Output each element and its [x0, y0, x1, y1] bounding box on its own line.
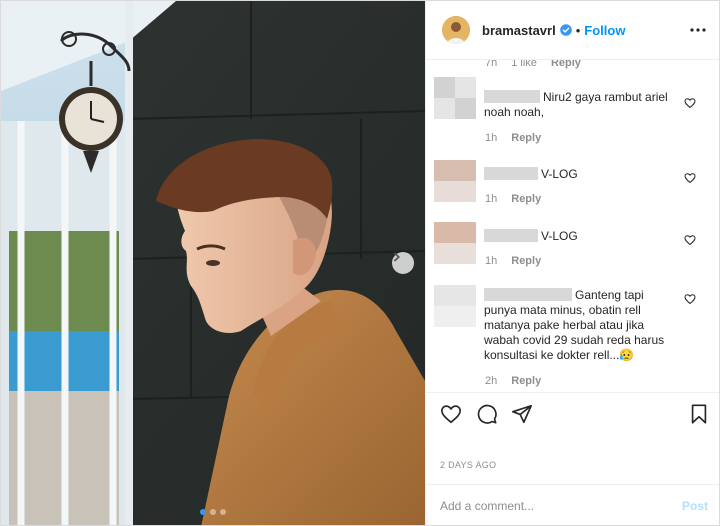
next-photo-button[interactable]	[392, 252, 414, 274]
comment-icon[interactable]	[476, 403, 498, 425]
comment-likes[interactable]: 1 like	[511, 60, 537, 69]
heart-icon[interactable]	[440, 403, 462, 425]
post-date[interactable]: 2 DAYS AGO	[440, 460, 496, 470]
comment-composer: Post	[426, 484, 719, 525]
comment-time: 2h	[485, 375, 498, 387]
carousel-dot	[210, 509, 216, 515]
avatar-image	[442, 16, 470, 44]
carousel-indicator	[200, 509, 226, 515]
commenter-name-blurred[interactable]	[484, 90, 540, 103]
post-side-panel: bramastavrl • Follow 7h 1 like Reply Nir…	[425, 1, 719, 525]
comment-time: 1h	[485, 193, 498, 205]
comment-meta: 2h Reply	[485, 375, 541, 387]
comment-meta: 1h Reply	[485, 193, 541, 205]
commenter-avatar[interactable]	[434, 285, 476, 327]
add-comment-input[interactable]	[440, 497, 660, 515]
more-options-icon[interactable]	[690, 23, 706, 37]
comment-text-block: V-LOG	[484, 229, 674, 244]
like-comment-heart-icon[interactable]	[684, 293, 696, 305]
reply-link[interactable]: Reply	[511, 375, 541, 387]
verified-badge-icon	[559, 24, 572, 36]
comment-meta: 1h Reply	[485, 132, 541, 144]
carousel-dot	[200, 509, 206, 515]
reply-link[interactable]: Reply	[551, 60, 581, 69]
like-comment-heart-icon[interactable]	[684, 172, 696, 184]
post-header: bramastavrl • Follow	[426, 1, 719, 60]
post-comment-button[interactable]: Post	[682, 499, 708, 513]
reply-link[interactable]: Reply	[511, 255, 541, 267]
previous-comment-meta: 7h 1 like Reply	[485, 60, 581, 69]
comment-text-block: Niru2 gaya rambut ariel noah noah,	[484, 90, 674, 120]
like-comment-heart-icon[interactable]	[684, 234, 696, 246]
commenter-name-blurred[interactable]	[484, 229, 538, 242]
comment-text-block: Ganteng tapi punya mata minus, obatin re…	[484, 288, 674, 363]
separator-dot: •	[575, 22, 581, 38]
photo-image	[1, 1, 425, 525]
post-actions-bar	[426, 392, 719, 432]
comments-list[interactable]: 7h 1 like Reply Niru2 gaya rambut ariel …	[426, 60, 719, 392]
comment-text: V-LOG	[541, 167, 578, 181]
chevron-right-icon	[394, 252, 400, 262]
comment-time: 1h	[485, 132, 498, 144]
bookmark-icon[interactable]	[688, 403, 710, 425]
commenter-avatar[interactable]	[434, 77, 476, 119]
commenter-name-blurred[interactable]	[484, 288, 572, 301]
follow-button[interactable]: Follow	[584, 23, 625, 38]
commenter-avatar[interactable]	[434, 222, 476, 264]
share-icon[interactable]	[511, 403, 533, 425]
comment-text: V-LOG	[541, 229, 578, 243]
comment-time: 1h	[485, 255, 498, 267]
carousel-dot	[220, 509, 226, 515]
instagram-post-modal: bramastavrl • Follow 7h 1 like Reply Nir…	[0, 0, 720, 526]
like-comment-heart-icon[interactable]	[684, 97, 696, 109]
username-link[interactable]: bramastavrl	[482, 23, 556, 38]
comment-meta: 1h Reply	[485, 255, 541, 267]
commenter-avatar[interactable]	[434, 160, 476, 202]
avatar[interactable]	[442, 16, 470, 44]
post-photo[interactable]	[1, 1, 425, 525]
reply-link[interactable]: Reply	[511, 132, 541, 144]
reply-link[interactable]: Reply	[511, 193, 541, 205]
commenter-name-blurred[interactable]	[484, 167, 538, 180]
comment-text-block: V-LOG	[484, 167, 674, 182]
comment-time: 7h	[485, 60, 498, 69]
